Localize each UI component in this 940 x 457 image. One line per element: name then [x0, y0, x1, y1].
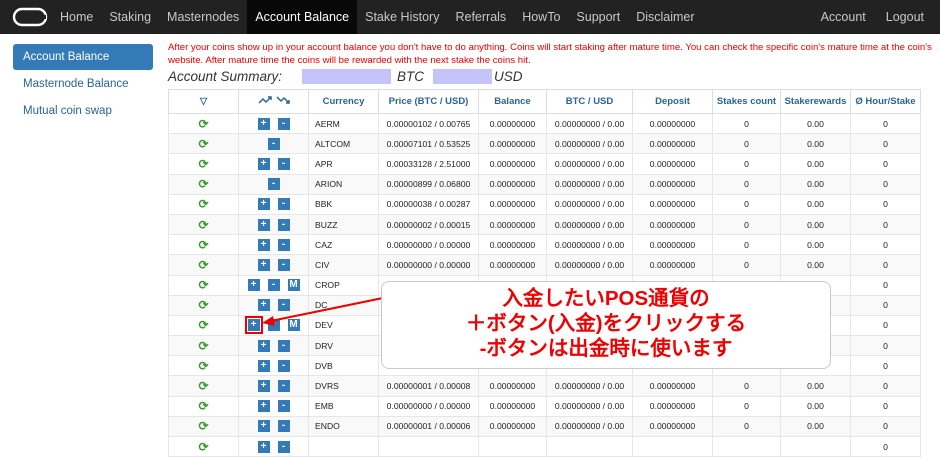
callout-arrow — [262, 297, 384, 326]
callout-line-2: ＋ボタン(入金)をクリックする — [465, 312, 747, 335]
callout-line-1: 入金したいPOS通貨の — [502, 287, 710, 310]
deposit-button[interactable]: + — [257, 440, 270, 453]
withdraw-button[interactable]: - — [277, 440, 290, 453]
annotation-callout: 入金したいPOS通貨の ＋ボタン(入金)をクリックする -ボタンは出金時に使いま… — [381, 281, 831, 369]
callout-line-3: -ボタンは出金時に使います — [479, 337, 733, 360]
